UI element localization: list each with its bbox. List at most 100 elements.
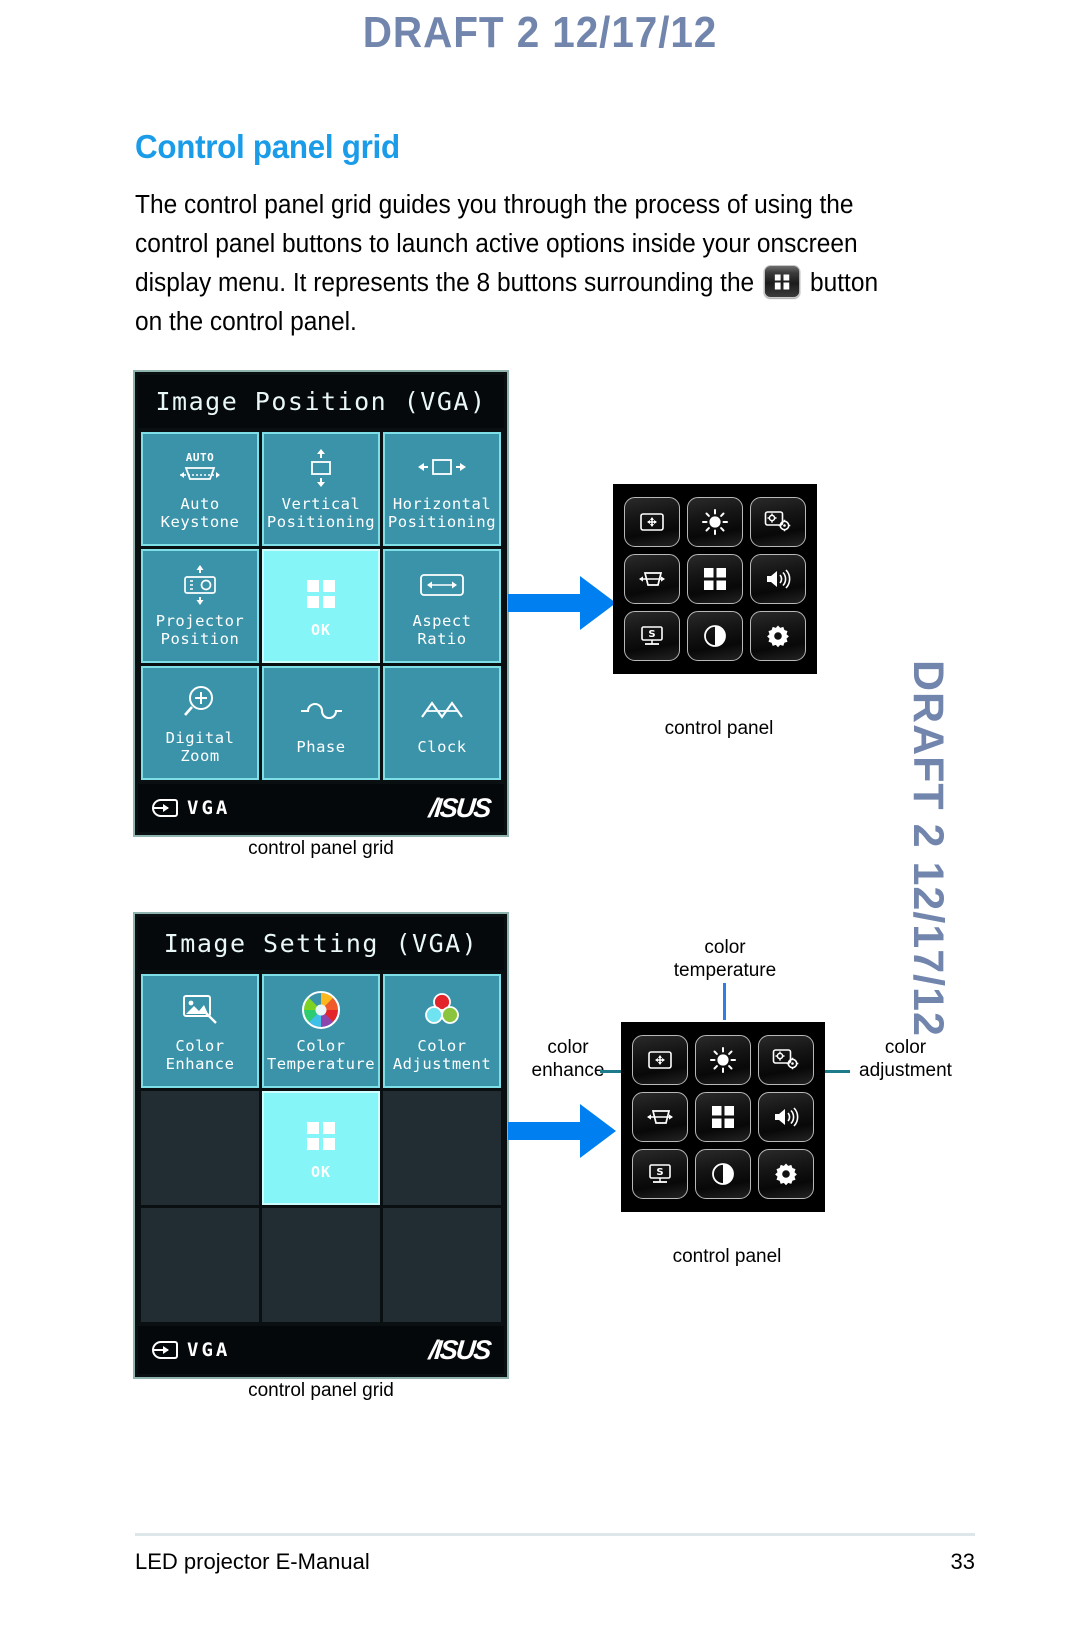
source-icon: S [649, 1164, 671, 1183]
osd-tile-projector-position[interactable]: Projector Position [141, 549, 259, 663]
osd-tile-empty [383, 1091, 501, 1205]
osd-tile-ok[interactable]: OK [262, 549, 380, 663]
cp2-image-position-button[interactable] [632, 1035, 688, 1085]
source-icon: S [641, 626, 663, 645]
grid-menu-icon [712, 1106, 734, 1128]
cp2-keystone-button[interactable] [632, 1092, 688, 1142]
control-panel-1: S [613, 484, 817, 674]
keystone-icon [639, 572, 665, 586]
cp2-color-adjustment-button[interactable] [758, 1035, 814, 1085]
osd-source-group: VGA [152, 796, 230, 820]
osd-tile-digital-zoom[interactable]: Digital Zoom [141, 666, 259, 780]
osd-source-label: VGA [187, 797, 231, 819]
osd-source-label: VGA [187, 1339, 231, 1361]
cp1-color-adjustment-button[interactable] [750, 497, 806, 547]
footer-document-title: LED projector E-Manual [135, 1549, 370, 1574]
footer-page-number: 33 [950, 1549, 975, 1574]
color-temperature-icon [301, 989, 341, 1031]
svg-text:S: S [648, 629, 655, 640]
contrast-icon [704, 625, 726, 647]
grid-button-icon [763, 265, 801, 298]
cp1-brightness-button[interactable] [687, 497, 743, 547]
osd-tile-label: Color Adjustment [392, 1037, 492, 1073]
color-adjustment-icon [764, 511, 791, 532]
color-adjustment-icon [421, 989, 463, 1031]
osd-tile-label: Aspect Ratio [412, 612, 472, 648]
phase-icon [297, 690, 345, 732]
cp2-volume-button[interactable] [758, 1092, 814, 1142]
osd-tile-label: Phase [296, 738, 346, 756]
image-position-icon [648, 1051, 672, 1069]
cp2-grid-menu-button[interactable] [695, 1092, 751, 1142]
draft-watermark-side: DRAFT 2 12/17/12 [904, 660, 952, 1037]
keystone-icon [647, 1110, 673, 1124]
auto-keystone-icon: AUTO [172, 447, 228, 489]
image-position-icon [640, 513, 664, 531]
osd-panel-image-position: Image Position (VGA) AUTO Auto Keystone V… [133, 370, 509, 837]
footer-divider [135, 1533, 975, 1536]
osd-tile-empty [141, 1091, 259, 1205]
projector-position-icon [175, 564, 225, 606]
osd-tile-label: OK [310, 1163, 332, 1181]
cp2-settings-button[interactable] [758, 1149, 814, 1199]
osd-tile-vertical-positioning[interactable]: Vertical Positioning [262, 432, 380, 546]
osd-tile-empty [383, 1208, 501, 1322]
vga-input-icon [152, 1341, 178, 1359]
osd-panel-image-setting: Image Setting (VGA) Color Enhance Color … [133, 912, 509, 1379]
grid-ok-icon [304, 1115, 338, 1157]
osd-tile-grid: Color Enhance Color Temperature Color Ad… [138, 970, 504, 1326]
osd-tile-phase[interactable]: Phase [262, 666, 380, 780]
body-paragraph: The control panel grid guides you throug… [135, 186, 893, 342]
grid-menu-icon [704, 568, 726, 590]
osd-tile-auto-keystone[interactable]: AUTO Auto Keystone [141, 432, 259, 546]
annotation-color-enhance: color enhance [531, 1037, 605, 1081]
osd-tile-label: Auto Keystone [160, 495, 240, 531]
osd-source-group: VGA [152, 1338, 230, 1362]
vertical-positioning-icon [299, 447, 343, 489]
osd-tile-label: OK [310, 621, 332, 639]
osd-tile-grid: AUTO Auto Keystone Vertical Positioning Ho… [138, 428, 504, 784]
volume-icon [767, 569, 791, 589]
cp1-volume-button[interactable] [750, 554, 806, 604]
osd-tile-label: Color Temperature [266, 1037, 376, 1073]
contrast-icon [712, 1163, 734, 1185]
osd-tile-horizontal-positioning[interactable]: Horizontal Positioning [383, 432, 501, 546]
osd-tile-label: Clock [417, 738, 467, 756]
annotation-color-temperature: color temperature [673, 937, 777, 981]
osd-tile-label: Color Enhance [165, 1037, 235, 1073]
osd-footer: VGA /ISUS [138, 784, 504, 832]
volume-icon [775, 1107, 799, 1127]
cp1-source-button[interactable]: S [624, 611, 680, 661]
cp1-image-position-button[interactable] [624, 497, 680, 547]
cp1-contrast-button[interactable] [687, 611, 743, 661]
osd-tile-label: Vertical Positioning [266, 495, 376, 531]
asus-logo: /ISUS [427, 792, 492, 823]
osd-title: Image Position (VGA) [138, 375, 504, 428]
osd-panel-2-caption: control panel grid [248, 1380, 394, 1401]
flow-arrow-2 [508, 1100, 618, 1167]
cp1-grid-menu-button[interactable] [687, 554, 743, 604]
osd-tile-label: Horizontal Positioning [387, 495, 497, 531]
osd-tile-clock[interactable]: Clock [383, 666, 501, 780]
svg-text:S: S [656, 1167, 663, 1178]
aspect-ratio-icon [416, 564, 468, 606]
cp2-source-button[interactable]: S [632, 1149, 688, 1199]
brightness-icon [710, 1047, 736, 1073]
cp2-contrast-button[interactable] [695, 1149, 751, 1199]
cp2-brightness-button[interactable] [695, 1035, 751, 1085]
page-title: Control panel grid [135, 128, 400, 165]
horizontal-positioning-icon [416, 447, 468, 489]
osd-footer: VGA /ISUS [138, 1326, 504, 1374]
osd-tile-color-temperature[interactable]: Color Temperature [262, 974, 380, 1088]
cp1-settings-button[interactable] [750, 611, 806, 661]
osd-tile-color-adjustment[interactable]: Color Adjustment [383, 974, 501, 1088]
brightness-icon [702, 509, 728, 535]
cp1-keystone-button[interactable] [624, 554, 680, 604]
body-text-part-1: The control panel grid guides you throug… [135, 191, 865, 297]
osd-tile-aspect-ratio[interactable]: Aspect Ratio [383, 549, 501, 663]
osd-tile-label: Digital Zoom [165, 729, 235, 765]
osd-tile-ok[interactable]: OK [262, 1091, 380, 1205]
leader-line-color-temperature [723, 983, 726, 1020]
control-panel-2-caption: control panel [672, 1246, 782, 1267]
osd-tile-color-enhance[interactable]: Color Enhance [141, 974, 259, 1088]
